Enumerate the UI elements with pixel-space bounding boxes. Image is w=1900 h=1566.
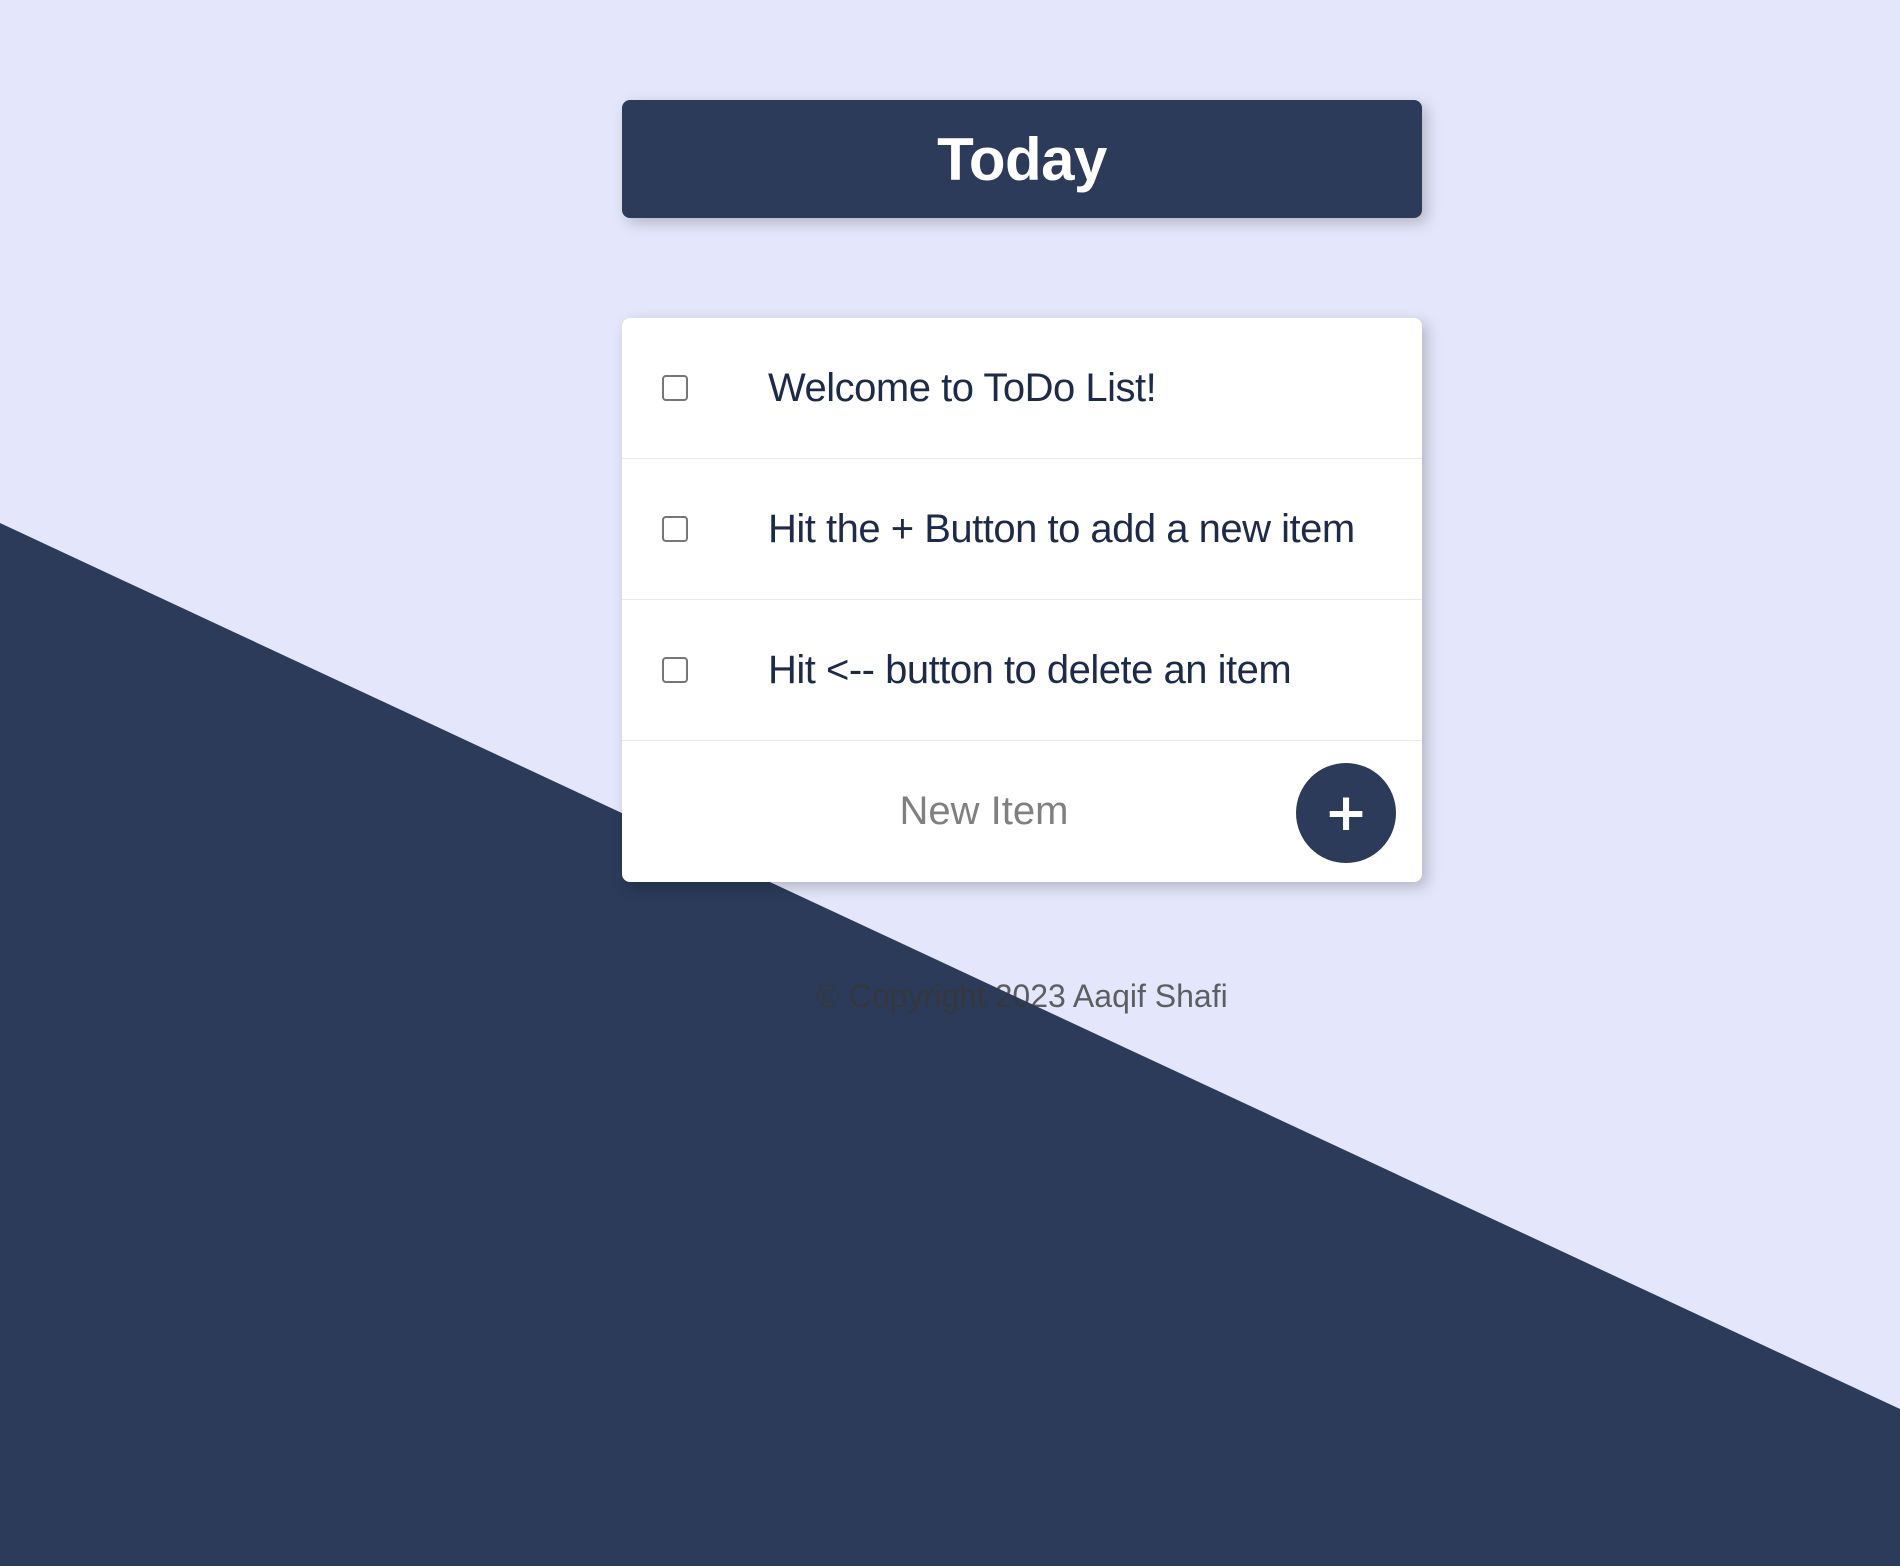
item-checkbox[interactable] xyxy=(662,657,688,683)
new-item-input[interactable] xyxy=(652,780,1316,843)
list-item: Hit <-- button to delete an item xyxy=(622,600,1422,741)
new-item-form: + xyxy=(622,741,1422,882)
footer: © Copyright 2023 Aaqif Shafi xyxy=(622,978,1422,1015)
page-title: Today xyxy=(937,125,1107,193)
todo-list: Welcome to ToDo List! Hit the + Button t… xyxy=(622,318,1422,882)
item-label: Hit <-- button to delete an item xyxy=(768,647,1292,692)
list-item: Welcome to ToDo List! xyxy=(622,318,1422,459)
item-label: Hit the + Button to add a new item xyxy=(768,506,1355,551)
copyright-text: © Copyright 2023 Aaqif Shafi xyxy=(816,978,1228,1014)
item-checkbox[interactable] xyxy=(662,516,688,542)
list-item: Hit the + Button to add a new item xyxy=(622,459,1422,600)
heading-box: Today xyxy=(622,100,1422,218)
item-checkbox[interactable] xyxy=(662,375,688,401)
add-item-button[interactable]: + xyxy=(1296,763,1396,863)
item-label: Welcome to ToDo List! xyxy=(768,365,1157,410)
